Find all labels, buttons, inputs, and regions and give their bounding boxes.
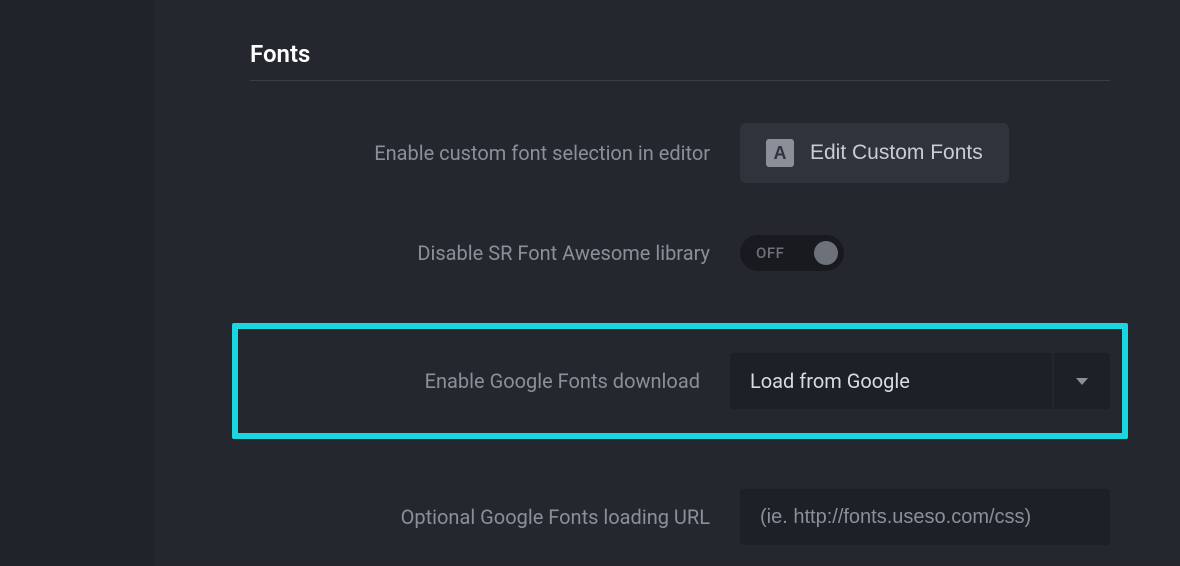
section-title: Fonts — [250, 40, 1110, 81]
custom-font-control: A Edit Custom Fonts — [740, 123, 1110, 183]
google-fonts-select[interactable]: Load from Google — [730, 353, 1110, 409]
toggle-state-label: OFF — [746, 244, 784, 262]
loading-url-label: Optional Google Fonts loading URL — [250, 505, 740, 529]
row-disable-fa: Disable SR Font Awesome library OFF — [250, 223, 1110, 283]
loading-url-control — [740, 489, 1110, 545]
disable-fa-label: Disable SR Font Awesome library — [250, 241, 740, 265]
google-fonts-control: Load from Google — [730, 353, 1110, 409]
font-letter-icon: A — [766, 139, 794, 167]
disable-fa-toggle[interactable]: OFF — [740, 235, 844, 271]
google-fonts-select-caret[interactable] — [1054, 353, 1110, 409]
edit-custom-fonts-button[interactable]: A Edit Custom Fonts — [740, 123, 1009, 183]
row-google-fonts-highlighted: Enable Google Fonts download Load from G… — [232, 323, 1128, 439]
sidebar-edge — [0, 0, 155, 566]
row-custom-font: Enable custom font selection in editor A… — [250, 123, 1110, 183]
row-loading-url: Optional Google Fonts loading URL — [250, 487, 1110, 547]
edit-custom-fonts-label: Edit Custom Fonts — [810, 141, 983, 165]
loading-url-input[interactable] — [740, 489, 1110, 545]
fonts-settings-panel: Fonts Enable custom font selection in ed… — [155, 0, 1180, 566]
toggle-knob-icon — [814, 241, 838, 265]
google-fonts-select-value[interactable]: Load from Google — [730, 353, 1052, 409]
disable-fa-control: OFF — [740, 235, 1110, 271]
custom-font-label: Enable custom font selection in editor — [250, 141, 740, 165]
google-fonts-label: Enable Google Fonts download — [238, 369, 730, 393]
chevron-down-icon — [1076, 378, 1088, 385]
